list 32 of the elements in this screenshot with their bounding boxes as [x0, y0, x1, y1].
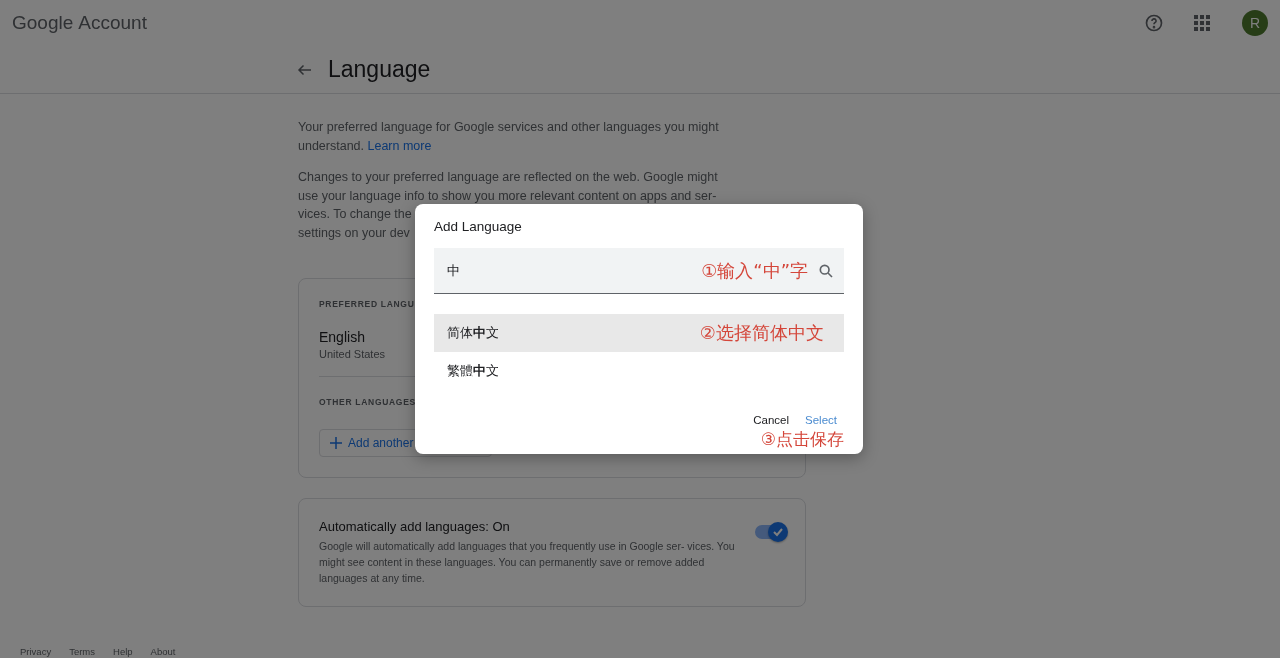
section-heading: OTHER LANGUAGES [319, 397, 416, 407]
body-text-line: settings on your dev [298, 224, 410, 242]
footer-link[interactable]: About [150, 645, 176, 658]
footer-link[interactable]: Help [113, 645, 133, 658]
body-text-line: Changes to your preferred language are reflected on the web. Google might [298, 169, 718, 186]
language-option[interactable]: 简体中文 ②选择简体中文 [434, 314, 844, 352]
annotation-text: ②选择简体中文 [699, 321, 824, 345]
setting-title: Automatically add languages: On [319, 519, 510, 534]
body-text-line: vices. To change the [298, 206, 412, 223]
learn-more-link[interactable]: Learn more [367, 139, 432, 153]
search-icon[interactable] [818, 263, 834, 279]
product-name: Account [78, 12, 147, 34]
dialog-title: Add Language [434, 219, 523, 234]
annotation-text: ①输入“中”字 [701, 259, 808, 283]
footer-link[interactable]: Terms [69, 645, 96, 658]
check-icon [772, 526, 784, 538]
page-title: Language [328, 56, 431, 83]
body-text-line: use your language info to show you more relevant content on apps and ser- [298, 187, 717, 205]
google-logo[interactable]: Google [12, 12, 74, 34]
toggle-switch[interactable] [755, 525, 785, 539]
account-avatar[interactable]: R [1242, 10, 1268, 36]
intro-text: Your preferred language for Google services and other languages you might understand. Learn more [298, 119, 720, 155]
cancel-button[interactable]: Cancel [749, 412, 794, 428]
language-region: United States [319, 348, 386, 360]
section-heading: PREFERRED LANGU [319, 299, 415, 309]
language-name: English [319, 329, 365, 345]
setting-description: Google will automatically add languages that you frequently use in Google ser- vices. You might see content in these languages. You can permanently save or remove added languages at any time. [319, 539, 736, 586]
footer-link[interactable]: Privacy [20, 645, 52, 658]
select-button[interactable]: Select [801, 412, 841, 428]
language-option[interactable]: 繁體中文 [434, 352, 844, 390]
annotation-text: ③点击保存 [760, 428, 844, 451]
plus-icon [330, 437, 342, 449]
